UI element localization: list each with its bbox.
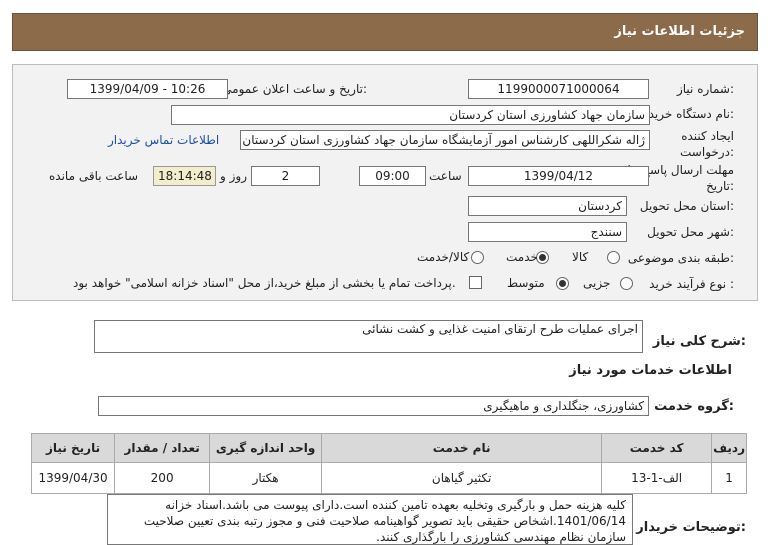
process-option-minor: جزیی	[583, 276, 611, 290]
remaining-time-field: 18:14:48	[153, 166, 216, 186]
page-header: جزئیات اطلاعات نیاز	[12, 13, 758, 51]
category-label: طبقه بندی موضوعی:	[627, 251, 734, 265]
cell-row-number: 1	[711, 462, 747, 494]
announce-field: 1399/04/09 - 10:26	[67, 79, 228, 99]
cell-need-date: 1399/04/30	[30, 462, 116, 494]
buyer-notes-label: توضیحات خریدار:	[636, 520, 746, 535]
announce-label: تاریخ و ساعت اعلان عمومی:	[222, 82, 367, 96]
table-header-row: ردیف کد خدمت نام خدمت واحد اندازه گیری ت…	[30, 433, 747, 463]
creator-field: ژاله شکراللهی کارشناس امور آزمایشگاه ساز…	[240, 130, 650, 150]
need-details-panel: شماره نیاز: 1199000071000064 تاریخ و ساع…	[12, 64, 758, 301]
col-header-service-code: کد خدمت	[601, 433, 713, 463]
province-label: استان محل تحویل:	[639, 199, 734, 213]
need-number-label: شماره نیاز:	[676, 82, 734, 96]
category-option-goods-service: کالا/خدمت	[417, 250, 470, 264]
cell-quantity: 200	[114, 462, 211, 494]
buyer-contact-link[interactable]: اطلاعات تماس خریدار	[108, 133, 219, 147]
category-radio-service[interactable]	[536, 251, 549, 264]
page-title: جزئیات اطلاعات نیاز	[614, 24, 745, 39]
buyer-org-field: سازمان جهاد کشاورزی استان کردستان	[171, 105, 650, 125]
col-header-unit: واحد اندازه گیری	[209, 433, 323, 463]
deadline-time-label: ساعت	[429, 169, 462, 183]
process-radio-medium[interactable]	[556, 277, 569, 290]
deadline-time-field: 09:00	[359, 166, 426, 186]
city-field: سنندج	[468, 222, 627, 242]
services-table: ردیف کد خدمت نام خدمت واحد اندازه گیری ت…	[30, 433, 747, 494]
treasury-payment-note: پرداخت تمام یا بخشی از مبلغ خرید،از محل …	[73, 276, 456, 290]
service-group-field: کشاورزی، جنگلداری و ماهیگیری	[98, 396, 649, 416]
cell-service-code: الف-1-13	[601, 462, 713, 494]
services-section-title: اطلاعات خدمات مورد نیاز	[569, 363, 732, 378]
cell-service-name: تکثیر گیاهان	[321, 462, 603, 494]
days-label: روز و	[220, 169, 247, 183]
treasury-payment-checkbox[interactable]	[469, 276, 482, 289]
city-label: شهر محل تحویل:	[647, 225, 734, 239]
remaining-label: ساعت باقی مانده	[49, 169, 139, 183]
category-radio-goods-service[interactable]	[471, 251, 484, 264]
process-radio-minor[interactable]	[620, 277, 633, 290]
need-number-field: 1199000071000064	[468, 79, 649, 99]
col-header-quantity: تعداد / مقدار	[114, 433, 211, 463]
cell-unit: هکتار	[209, 462, 323, 494]
col-header-need-date: تاریخ نیاز	[30, 433, 116, 463]
process-option-medium: متوسط	[507, 276, 545, 290]
buyer-org-label: نام دستگاه خریدار:	[639, 107, 735, 121]
service-group-label: گروه خدمت:	[654, 399, 734, 414]
col-header-row-number: ردیف	[711, 433, 747, 463]
col-header-service-name: نام خدمت	[321, 433, 603, 463]
table-row: 1 الف-1-13 تکثیر گیاهان هکتار 200 1399/0…	[30, 462, 747, 494]
summary-field: اجرای عملیات طرح ارتقای امنیت غذایی و کش…	[94, 320, 643, 353]
process-label: نوع فرآیند خرید :	[649, 277, 734, 291]
deadline-date-field: 1399/04/12	[468, 166, 649, 186]
province-field: کردستان	[468, 196, 627, 216]
summary-label: شرح کلی نیاز:	[652, 334, 746, 349]
buyer-notes-field: کلیه هزینه حمل و بارگیری وتخلیه بعهده تا…	[107, 494, 633, 545]
category-option-goods: کالا	[572, 250, 589, 264]
days-field: 2	[251, 166, 320, 186]
category-radio-goods[interactable]	[607, 251, 620, 264]
category-option-service: خدمت	[506, 250, 538, 264]
